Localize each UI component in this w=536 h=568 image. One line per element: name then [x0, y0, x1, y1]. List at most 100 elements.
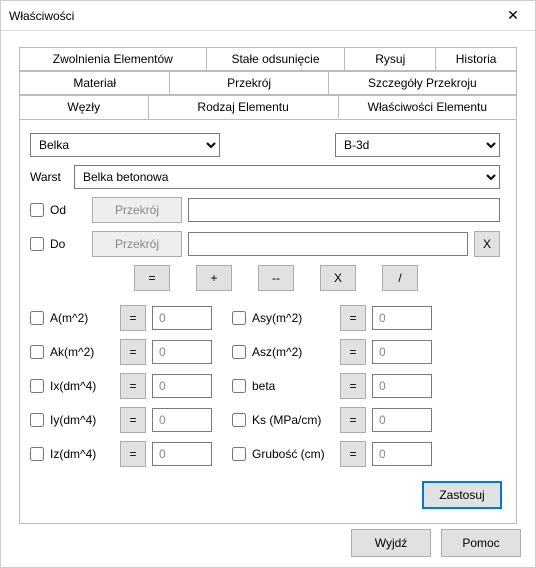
- prop-beta-check[interactable]: beta: [232, 379, 340, 393]
- prop-ks-label: Ks (MPa/cm): [252, 413, 321, 427]
- prop-ak-eq[interactable]: =: [120, 339, 146, 365]
- prop-asz-check[interactable]: Asz(m^2): [232, 345, 340, 359]
- help-button[interactable]: Pomoc: [441, 529, 521, 557]
- prop-asz-checkbox[interactable]: [232, 345, 246, 359]
- from-checkbox[interactable]: [30, 203, 44, 217]
- prop-ix-input[interactable]: [152, 374, 212, 398]
- op-mul-button[interactable]: X: [320, 265, 356, 291]
- prop-beta: beta =: [232, 373, 432, 399]
- tab-rysuj[interactable]: Rysuj: [344, 47, 436, 70]
- prop-iy-input[interactable]: [152, 408, 212, 432]
- prop-ix-label: Ix(dm^4): [50, 379, 96, 393]
- type-select[interactable]: Belka: [30, 133, 220, 157]
- prop-grubosc-check[interactable]: Grubość (cm): [232, 447, 340, 461]
- to-value-input[interactable]: [188, 232, 468, 256]
- titlebar: Właściwości ✕: [1, 1, 535, 31]
- to-check[interactable]: Do: [30, 237, 86, 251]
- op-div-button[interactable]: /: [382, 265, 418, 291]
- to-checkbox[interactable]: [30, 237, 44, 251]
- from-section-button[interactable]: Przekrój: [92, 197, 182, 223]
- dialog-window: Właściwości ✕ Zwolnienia Elementów Stałe…: [0, 0, 536, 568]
- prop-asz-label: Asz(m^2): [252, 345, 302, 359]
- prop-ks-check[interactable]: Ks (MPa/cm): [232, 413, 340, 427]
- exit-button[interactable]: Wyjdź: [351, 529, 431, 557]
- prop-ak: Ak(m^2) =: [30, 339, 212, 365]
- prop-ks-eq[interactable]: =: [340, 407, 366, 433]
- prop-a-checkbox[interactable]: [30, 311, 44, 325]
- prop-iz-eq[interactable]: =: [120, 441, 146, 467]
- from-check[interactable]: Od: [30, 203, 86, 217]
- op-minus-button[interactable]: --: [258, 265, 294, 291]
- properties-grid: A(m^2) = Ak(m^2) = Ix(dm^4) =: [30, 305, 506, 467]
- tab-row-2: Materiał Przekrój Szczegóły Przekroju: [19, 71, 517, 95]
- prop-iy: Iy(dm^4) =: [30, 407, 212, 433]
- prop-iz-checkbox[interactable]: [30, 447, 44, 461]
- tab-szczegoly-przekroju[interactable]: Szczegóły Przekroju: [328, 71, 517, 94]
- prop-iy-checkbox[interactable]: [30, 413, 44, 427]
- content-area: Zwolnienia Elementów Stałe odsunięcie Ry…: [1, 31, 535, 536]
- properties-col-left: A(m^2) = Ak(m^2) = Ix(dm^4) =: [30, 305, 212, 467]
- prop-beta-input[interactable]: [372, 374, 432, 398]
- prop-asz: Asz(m^2) =: [232, 339, 432, 365]
- prop-a-check[interactable]: A(m^2): [30, 311, 120, 325]
- prop-iy-eq[interactable]: =: [120, 407, 146, 433]
- clear-to-button[interactable]: X: [474, 231, 500, 257]
- prop-a-input[interactable]: [152, 306, 212, 330]
- tab-wlasciwosci-elementu[interactable]: Właściwości Elementu: [338, 95, 517, 119]
- tab-stale-odsuniecie[interactable]: Stałe odsunięcie: [206, 47, 346, 70]
- prop-beta-label: beta: [252, 379, 275, 393]
- tab-przekroj[interactable]: Przekrój: [169, 71, 328, 94]
- prop-grubosc: Grubość (cm) =: [232, 441, 432, 467]
- prop-iz: Iz(dm^4) =: [30, 441, 212, 467]
- prop-a-eq[interactable]: =: [120, 305, 146, 331]
- prop-asz-input[interactable]: [372, 340, 432, 364]
- tab-rodzaj-elementu[interactable]: Rodzaj Elementu: [148, 95, 339, 119]
- op-eq-button[interactable]: =: [134, 265, 170, 291]
- to-row: Do Przekrój X: [30, 231, 506, 257]
- prop-ak-input[interactable]: [152, 340, 212, 364]
- prop-grubosc-checkbox[interactable]: [232, 447, 246, 461]
- prop-ix-check[interactable]: Ix(dm^4): [30, 379, 120, 393]
- tab-material[interactable]: Materiał: [19, 71, 170, 94]
- code-select[interactable]: B-3d: [335, 133, 500, 157]
- prop-beta-eq[interactable]: =: [340, 373, 366, 399]
- window-title: Właściwości: [9, 9, 74, 23]
- prop-asy-input[interactable]: [372, 306, 432, 330]
- prop-ix: Ix(dm^4) =: [30, 373, 212, 399]
- prop-iz-check[interactable]: Iz(dm^4): [30, 447, 120, 461]
- warst-label: Warst: [30, 170, 68, 184]
- prop-ak-check[interactable]: Ak(m^2): [30, 345, 120, 359]
- prop-iy-check[interactable]: Iy(dm^4): [30, 413, 120, 427]
- tab-row-3: Węzły Rodzaj Elementu Właściwości Elemen…: [19, 95, 517, 120]
- to-section-button[interactable]: Przekrój: [92, 231, 182, 257]
- prop-a: A(m^2) =: [30, 305, 212, 331]
- prop-ak-checkbox[interactable]: [30, 345, 44, 359]
- tab-zwolnienia[interactable]: Zwolnienia Elementów: [19, 47, 207, 70]
- tab-wezly[interactable]: Węzły: [19, 95, 149, 119]
- from-label: Od: [50, 203, 66, 217]
- prop-iz-input[interactable]: [152, 442, 212, 466]
- from-value-input[interactable]: [188, 198, 500, 222]
- prop-ix-checkbox[interactable]: [30, 379, 44, 393]
- prop-ix-eq[interactable]: =: [120, 373, 146, 399]
- apply-button[interactable]: Zastosuj: [422, 481, 502, 509]
- bottom-buttons: Wyjdź Pomoc: [351, 529, 521, 557]
- prop-grubosc-eq[interactable]: =: [340, 441, 366, 467]
- prop-ks-checkbox[interactable]: [232, 413, 246, 427]
- tab-historia[interactable]: Historia: [435, 47, 517, 70]
- warst-select[interactable]: Belka betonowa: [74, 165, 500, 189]
- prop-a-label: A(m^2): [50, 311, 88, 325]
- prop-grubosc-input[interactable]: [372, 442, 432, 466]
- prop-asy-check[interactable]: Asy(m^2): [232, 311, 340, 325]
- prop-beta-checkbox[interactable]: [232, 379, 246, 393]
- close-icon[interactable]: ✕: [491, 1, 535, 31]
- prop-asy-eq[interactable]: =: [340, 305, 366, 331]
- prop-asy-checkbox[interactable]: [232, 311, 246, 325]
- tab-pane: Belka B-3d Warst Belka betonowa Od Przek…: [19, 119, 517, 524]
- prop-asz-eq[interactable]: =: [340, 339, 366, 365]
- tab-strip: Zwolnienia Elementów Stałe odsunięcie Ry…: [19, 47, 517, 120]
- tab-row-1: Zwolnienia Elementów Stałe odsunięcie Ry…: [19, 47, 517, 71]
- op-plus-button[interactable]: +: [196, 265, 232, 291]
- prop-ks-input[interactable]: [372, 408, 432, 432]
- prop-iy-label: Iy(dm^4): [50, 413, 96, 427]
